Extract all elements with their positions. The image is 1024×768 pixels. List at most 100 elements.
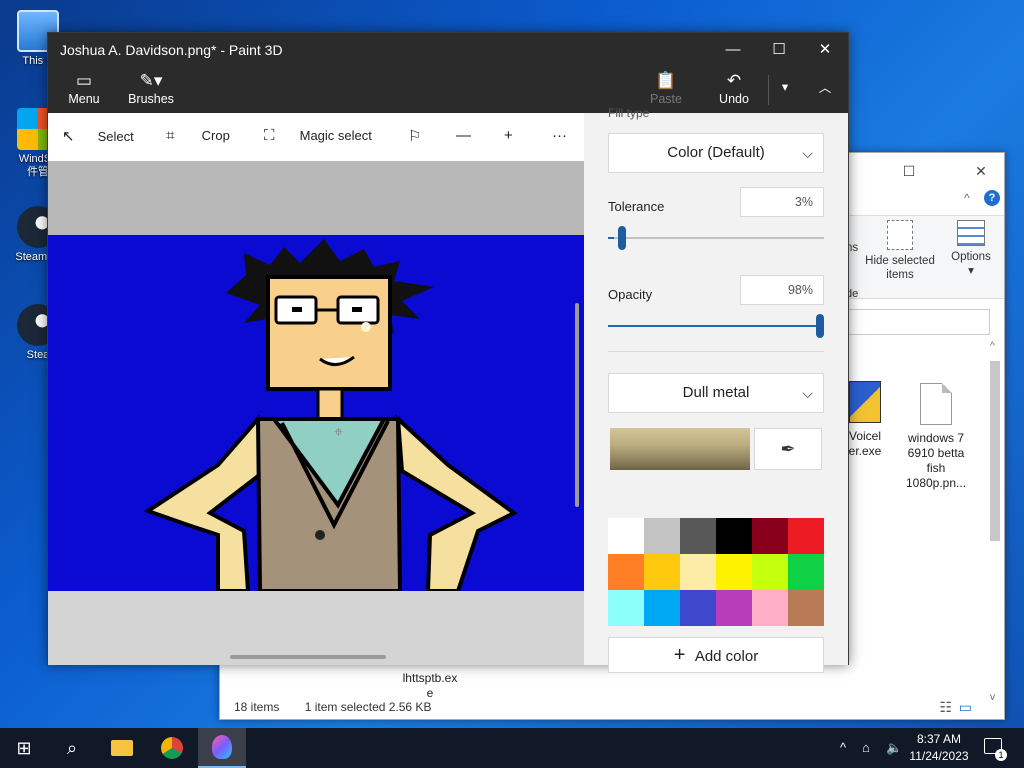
paste-button[interactable]: 📋 Paste (644, 70, 688, 106)
palette-swatch[interactable] (608, 590, 644, 626)
magic-select-button[interactable]: ⛶ Magic select (264, 127, 372, 144)
volume-muted-icon[interactable]: 🔈 (886, 740, 902, 756)
palette-swatch[interactable] (788, 554, 824, 590)
vest-button (315, 530, 325, 540)
crop-label: Crop (201, 128, 230, 143)
palette-swatch[interactable] (752, 554, 788, 590)
magic-select-label: Magic select (299, 128, 372, 143)
folder-icon: ▭ (75, 71, 93, 90)
details-view-icon[interactable]: ☷ (939, 695, 952, 719)
palette-swatch[interactable] (752, 590, 788, 626)
palette-swatch[interactable] (680, 554, 716, 590)
opacity-slider-fill (608, 325, 820, 327)
paint-toolbar: ▭ Menu ✎▾ Brushes 📋 Paste ↶ Undo ▾ ︿ (48, 67, 848, 113)
clock[interactable]: 8:37 AM 11/24/2023 (902, 731, 976, 765)
palette-swatch[interactable] (608, 518, 644, 554)
cheek (361, 322, 371, 332)
minimize-button[interactable]: — (710, 33, 756, 67)
file-icon (920, 383, 952, 425)
flag-button[interactable]: ⚐ (408, 127, 430, 145)
right-pupil (352, 307, 362, 312)
opacity-slider[interactable] (608, 314, 824, 338)
more-options-button[interactable]: ··· (552, 127, 574, 144)
search-button[interactable]: ⌕ (48, 728, 96, 768)
palette-swatch[interactable] (608, 554, 644, 590)
item-count: 18 items (234, 700, 280, 714)
hide-selected-items-button[interactable]: Hide selected items (862, 220, 938, 282)
material-dropdown[interactable]: Dull metal ⌵ (608, 373, 824, 413)
tolerance-slider[interactable] (608, 226, 824, 250)
select-button[interactable]: ↖ Select (62, 127, 134, 145)
scroll-up-icon[interactable]: ^ (990, 341, 995, 352)
canvas-horizontal-scrollbar[interactable] (230, 655, 386, 659)
zoom-in-icon: + (504, 127, 513, 144)
maximize-button[interactable]: ☐ (756, 33, 802, 67)
help-icon[interactable]: ? (984, 190, 1000, 206)
restore-button[interactable]: ☐ (886, 159, 932, 183)
palette-swatch[interactable] (788, 518, 824, 554)
palette-swatch[interactable] (752, 518, 788, 554)
taskbar-chrome[interactable] (148, 728, 196, 768)
brushes-button[interactable]: ✎▾ Brushes (126, 70, 176, 106)
undo-button[interactable]: ↶ Undo (712, 70, 756, 106)
file-name: windows 7 6910 betta fish 1080p.pn... (905, 431, 967, 490)
menu-button[interactable]: ▭ Menu (62, 70, 106, 106)
drawing-canvas[interactable]: ⌖ (48, 235, 584, 591)
chevron-down-icon: ▾ (781, 80, 789, 94)
palette-swatch[interactable] (716, 518, 752, 554)
canvas-margin-bottom (48, 591, 584, 665)
flag-icon: ⚐ (408, 128, 422, 145)
history-dropdown-button[interactable]: ▾ (774, 79, 796, 94)
tolerance-input[interactable]: 3% (740, 187, 824, 217)
canvas-margin-top (48, 161, 584, 235)
zoom-out-button[interactable]: — (456, 127, 478, 144)
palette-swatch[interactable] (644, 590, 680, 626)
zoom-in-button[interactable]: + (504, 127, 526, 144)
close-button[interactable]: ✕ (802, 33, 848, 67)
palette-swatch[interactable] (644, 518, 680, 554)
large-icons-view-icon[interactable]: ▭ (959, 695, 972, 719)
taskbar-paint3d[interactable] (198, 728, 246, 768)
add-color-button[interactable]: + Add color (608, 637, 824, 673)
opacity-input[interactable]: 98% (740, 275, 824, 305)
explorer-scrollbar[interactable]: ^ v (988, 341, 1002, 703)
current-material-swatch[interactable] (610, 428, 750, 470)
palette-swatch[interactable] (716, 590, 752, 626)
palette-swatch[interactable] (680, 590, 716, 626)
collapse-toolbar-button[interactable]: ︿ (810, 77, 840, 96)
fill-type-label: Fill type (608, 106, 650, 120)
eyedropper-button[interactable]: ✒ (754, 428, 822, 470)
start-button[interactable]: ⊞ (0, 728, 48, 768)
scrollbar-thumb[interactable] (990, 361, 1000, 541)
magic-select-icon: ⛶ (264, 127, 275, 144)
options-button[interactable]: Options ▾ (946, 220, 996, 278)
material-value: Dull metal (682, 384, 750, 401)
toolbar-divider (768, 75, 769, 105)
palette-swatch[interactable] (644, 554, 680, 590)
menu-label: Menu (68, 92, 100, 106)
hide-items-icon (887, 220, 913, 250)
crop-button[interactable]: ⌗ Crop (166, 127, 230, 144)
show-hidden-icons[interactable]: ^ (840, 740, 846, 755)
opacity-slider-thumb[interactable] (816, 314, 824, 338)
palette-swatch[interactable] (716, 554, 752, 590)
close-button[interactable]: ✕ (958, 159, 1004, 183)
file-item[interactable]: windows 7 6910 betta fish 1080p.pn... (902, 383, 970, 491)
canvas-vertical-scrollbar[interactable] (575, 303, 579, 507)
fill-type-dropdown[interactable]: Color (Default) ⌵ (608, 133, 824, 173)
canvas-area[interactable]: ⌖ (48, 161, 584, 665)
notification-button[interactable]: 1 (984, 738, 1007, 761)
tolerance-slider-thumb[interactable] (618, 226, 627, 250)
paint-titlebar: Joshua A. Davidson.png* - Paint 3D — ☐ ✕ (48, 33, 848, 67)
tolerance-slider-fill (608, 237, 615, 239)
search-box[interactable] (840, 309, 990, 335)
eyedropper-icon: ✒ (780, 439, 796, 459)
palette-swatch[interactable] (680, 518, 716, 554)
network-icon[interactable]: ⌂ (862, 740, 870, 755)
chevron-up-icon[interactable]: ^ (964, 191, 970, 205)
windows-logo-icon: ⊞ (16, 738, 32, 758)
palette-swatch[interactable] (788, 590, 824, 626)
search-icon: ⌕ (66, 738, 78, 758)
chevron-down-icon: ⌵ (802, 385, 813, 401)
taskbar-file-explorer[interactable] (98, 728, 146, 768)
